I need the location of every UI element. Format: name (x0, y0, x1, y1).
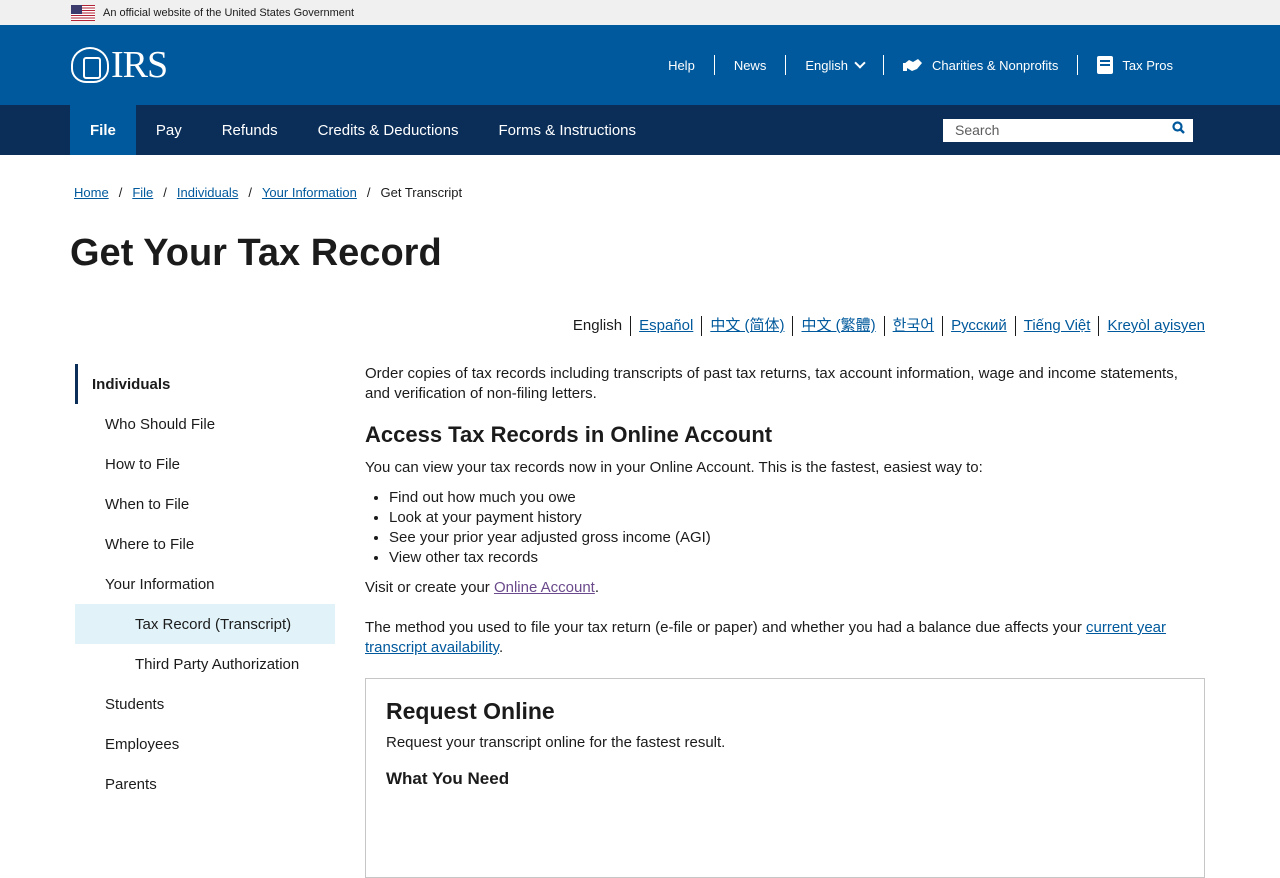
language-label: English (805, 57, 848, 73)
list-item: Look at your payment history (389, 508, 1205, 528)
breadcrumb-your-information[interactable]: Your Information (262, 185, 357, 200)
breadcrumb-home[interactable]: Home (74, 185, 109, 200)
tax-pros-link[interactable]: Tax Pros (1077, 55, 1192, 75)
section-heading-online-account: Access Tax Records in Online Account (365, 422, 773, 447)
card-text: Request your transcript online for the f… (386, 734, 726, 751)
sidebar-item-employees[interactable]: Employees (75, 724, 335, 764)
benefits-list: Find out how much you owe Look at your p… (389, 488, 1205, 568)
sidebar-item-students[interactable]: Students (75, 684, 335, 724)
request-online-card: Request Online Request your transcript o… (365, 678, 1205, 878)
sidebar: Individuals Who Should File How to File … (75, 364, 335, 804)
breadcrumb: Home / File / Individuals / Your Informatio… (74, 185, 463, 200)
handshake-icon (902, 56, 923, 74)
lang-korean[interactable]: 한국어 (883, 316, 942, 336)
language-selector[interactable]: English (785, 55, 883, 75)
us-flag-icon (71, 4, 95, 21)
breadcrumb-individuals[interactable]: Individuals (177, 185, 238, 200)
irs-logo[interactable]: IRS (71, 44, 168, 86)
language-bar: English Español 中文 (简体) 中文 (繁體) 한국어 Русс… (565, 316, 1205, 336)
sidebar-item-third-party-authorization[interactable]: Third Party Authorization (75, 644, 335, 684)
list-item: Find out how much you owe (389, 488, 1205, 508)
charities-link[interactable]: Charities & Nonprofits (882, 55, 1077, 75)
card-title: Request Online (386, 698, 555, 724)
logo-text: IRS (111, 44, 168, 86)
visit-paragraph: Visit or create your Online Account. (365, 579, 600, 596)
search-input[interactable] (955, 122, 1172, 138)
card-subheading: What You Need (386, 769, 510, 788)
lang-spanish[interactable]: Español (630, 316, 701, 336)
online-account-link[interactable]: Online Account (494, 579, 595, 596)
lang-haitian-creole[interactable]: Kreyòl ayisyen (1098, 316, 1205, 336)
lang-chinese-simplified[interactable]: 中文 (简体) (701, 316, 792, 336)
breadcrumb-current: Get Transcript (380, 185, 463, 200)
book-icon (1097, 56, 1114, 74)
lang-russian[interactable]: Русский (942, 316, 1015, 336)
page-title: Get Your Tax Record (70, 232, 442, 274)
news-link[interactable]: News (713, 55, 786, 75)
method-paragraph: The method you used to file your tax ret… (365, 619, 1167, 656)
breadcrumb-file[interactable]: File (132, 185, 153, 200)
list-item: See your prior year adjusted gross incom… (389, 528, 1205, 548)
sidebar-item-your-information[interactable]: Your Information (75, 564, 335, 604)
lang-english: English (572, 317, 623, 334)
search-box (943, 118, 1193, 142)
irs-eagle-icon (71, 47, 109, 83)
list-item: View other tax records (389, 548, 1205, 568)
charities-label: Charities & Nonprofits (931, 57, 1059, 73)
sidebar-heading-individuals[interactable]: Individuals (75, 364, 335, 404)
nav-forms-instructions[interactable]: Forms & Instructions (478, 105, 656, 155)
nav-refunds[interactable]: Refunds (202, 105, 298, 155)
chevron-down-icon (854, 57, 866, 69)
intro-text: Order copies of tax records including tr… (365, 365, 1178, 402)
online-account-lead: You can view your tax records now in you… (365, 459, 983, 476)
site-header: IRS Help News English Charities & Nonpro… (0, 25, 1280, 105)
sidebar-item-how-to-file[interactable]: How to File (75, 444, 335, 484)
nav-file[interactable]: File (70, 105, 136, 155)
sidebar-item-who-should-file[interactable]: Who Should File (75, 404, 335, 444)
gov-banner-text: An official website of the United States… (103, 6, 355, 19)
nav-credits-deductions[interactable]: Credits & Deductions (298, 105, 479, 155)
utility-nav: Help News English Charities & Nonprofits… (649, 55, 1192, 75)
main-content: Order copies of tax records including tr… (365, 364, 1205, 878)
sidebar-item-when-to-file[interactable]: When to File (75, 484, 335, 524)
sidebar-item-where-to-file[interactable]: Where to File (75, 524, 335, 564)
nav-pay[interactable]: Pay (136, 105, 202, 155)
main-nav: File Pay Refunds Credits & Deductions Fo… (0, 105, 1280, 155)
sidebar-item-parents[interactable]: Parents (75, 764, 335, 804)
sidebar-item-tax-record[interactable]: Tax Record (Transcript) (75, 604, 335, 644)
search-icon[interactable] (1172, 121, 1185, 139)
help-link[interactable]: Help (649, 55, 714, 75)
gov-banner: An official website of the United States… (0, 0, 1280, 25)
lang-chinese-traditional[interactable]: 中文 (繁體) (792, 316, 883, 336)
tax-pros-label: Tax Pros (1122, 57, 1173, 73)
lang-vietnamese[interactable]: Tiếng Việt (1014, 316, 1099, 336)
